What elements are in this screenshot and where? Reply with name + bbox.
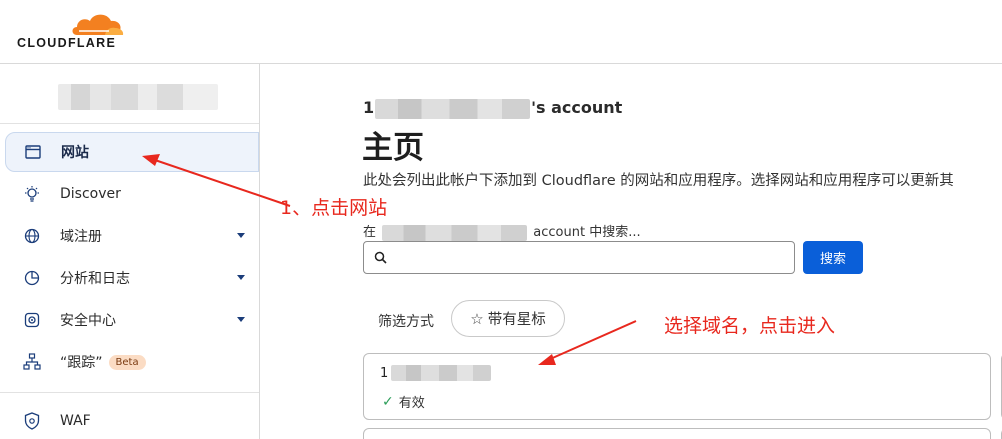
globe-icon: [23, 227, 41, 245]
pie-chart-icon: [23, 269, 41, 287]
search-box: [363, 241, 795, 274]
search-icon: [374, 251, 387, 264]
account-switcher[interactable]: [58, 84, 218, 110]
search-label: 在 account 中搜索...: [363, 224, 641, 241]
cloud-logo-icon: [72, 14, 124, 35]
sidebar-item-websites[interactable]: 网站: [5, 132, 259, 172]
browser-window-icon: [24, 143, 42, 161]
account-name: 1's account: [363, 98, 623, 119]
shield-icon: [23, 412, 41, 430]
main-content: 1's account 主页 此处会列出此帐户下添加到 Cloudflare 的…: [262, 64, 1002, 439]
sidebar-divider: [0, 123, 259, 124]
page-title: 主页: [362, 130, 424, 166]
chevron-down-icon[interactable]: [237, 317, 245, 322]
security-center-icon: [23, 311, 41, 329]
lightbulb-icon: [23, 185, 41, 203]
sidebar-item-discover[interactable]: Discover: [5, 174, 259, 214]
beta-badge: Beta: [108, 354, 146, 370]
annotation-step1: 1、点击网站: [280, 197, 388, 219]
chevron-down-icon[interactable]: [237, 275, 245, 280]
starred-filter-button[interactable]: ☆ 带有星标: [451, 300, 565, 337]
search-button[interactable]: 搜索: [803, 241, 863, 274]
domain-card[interactable]: 1 ✓ 有效: [363, 353, 991, 420]
starred-filter-label: 带有星标: [487, 312, 546, 328]
sidebar-item-trace[interactable]: “跟踪” Beta: [5, 342, 259, 382]
domain-card[interactable]: [363, 428, 991, 439]
sidebar-item-label: 网站: [61, 145, 89, 161]
sidebar-item-label: 安全中心: [60, 313, 116, 329]
sidebar-divider: [0, 392, 259, 393]
sidebar-item-label: 分析和日志: [60, 271, 130, 287]
annotation-step2: 选择域名，点击进入: [664, 315, 836, 337]
domain-name[interactable]: 1: [380, 365, 492, 381]
sidebar-item-label: “跟踪”: [60, 355, 103, 371]
check-icon: ✓: [382, 393, 394, 410]
brand-wordmark: CLOUDFLARE: [17, 36, 117, 50]
sidebar-item-domain-registration[interactable]: 域注册: [5, 216, 259, 256]
chevron-down-icon[interactable]: [237, 233, 245, 238]
sidebar-item-label: 域注册: [60, 229, 102, 245]
top-bar: CLOUDFLARE: [0, 0, 1002, 64]
cloudflare-logo[interactable]: CLOUDFLARE: [17, 12, 125, 52]
domain-status: ✓ 有效: [382, 393, 425, 412]
page-description: 此处会列出此帐户下添加到 Cloudflare 的网站和应用程序。选择网站和应用…: [363, 173, 954, 189]
redacted-domain-name: [391, 365, 492, 381]
star-icon: ☆: [470, 309, 484, 328]
sidebar-item-analytics-logs[interactable]: 分析和日志: [5, 258, 259, 298]
sidebar: 网站 Discover 域注册 分析和日志 安全中心 “跟踪” Beta WAF: [0, 64, 260, 439]
sidebar-item-label: WAF: [60, 413, 91, 429]
redacted-account-name: [382, 224, 528, 241]
trace-icon: [23, 353, 41, 371]
sidebar-item-waf[interactable]: WAF: [5, 401, 259, 439]
search-input[interactable]: [394, 246, 784, 270]
sidebar-item-security-center[interactable]: 安全中心: [5, 300, 259, 340]
filter-label: 筛选方式: [378, 314, 434, 330]
redacted-account-name: [375, 98, 531, 119]
sidebar-item-label: Discover: [60, 186, 121, 202]
